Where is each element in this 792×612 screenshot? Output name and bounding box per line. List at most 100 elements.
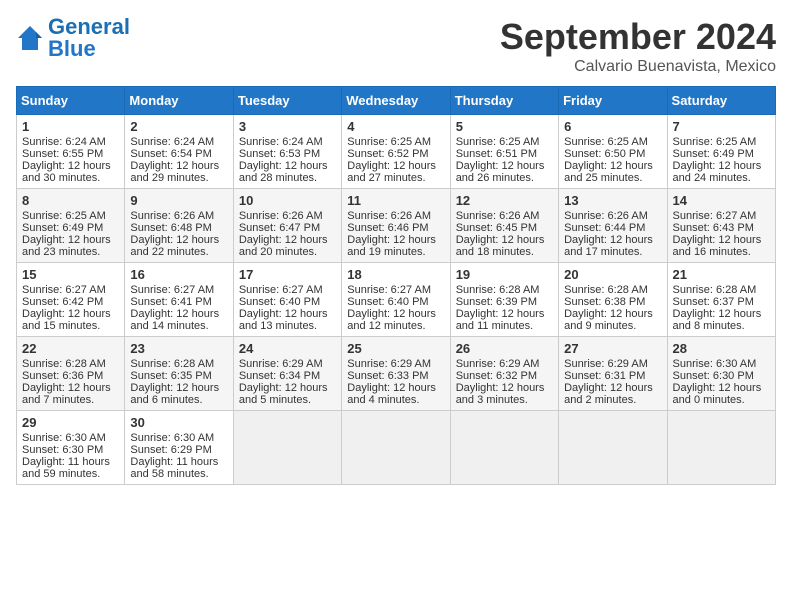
col-saturday: Saturday xyxy=(667,87,775,115)
sunrise-text: Sunrise: 6:25 AM xyxy=(347,136,431,148)
daylight-text: Daylight: 12 hours and 9 minutes. xyxy=(564,308,653,332)
sunrise-text: Sunrise: 6:30 AM xyxy=(22,432,106,444)
daylight-text: Daylight: 12 hours and 22 minutes. xyxy=(130,234,219,258)
daylight-text: Daylight: 12 hours and 16 minutes. xyxy=(673,234,762,258)
table-row: 19Sunrise: 6:28 AMSunset: 6:39 PMDayligh… xyxy=(450,263,558,337)
table-row: 17Sunrise: 6:27 AMSunset: 6:40 PMDayligh… xyxy=(233,263,341,337)
sunrise-text: Sunrise: 6:28 AM xyxy=(673,284,757,296)
day-number: 9 xyxy=(130,193,227,208)
table-row: 28Sunrise: 6:30 AMSunset: 6:30 PMDayligh… xyxy=(667,337,775,411)
table-row: 27Sunrise: 6:29 AMSunset: 6:31 PMDayligh… xyxy=(559,337,667,411)
sunrise-text: Sunrise: 6:25 AM xyxy=(456,136,540,148)
daylight-text: Daylight: 12 hours and 18 minutes. xyxy=(456,234,545,258)
sunset-text: Sunset: 6:30 PM xyxy=(673,370,754,382)
sunrise-text: Sunrise: 6:24 AM xyxy=(22,136,106,148)
header-row: Sunday Monday Tuesday Wednesday Thursday… xyxy=(17,87,776,115)
sunset-text: Sunset: 6:49 PM xyxy=(22,222,103,234)
daylight-text: Daylight: 12 hours and 8 minutes. xyxy=(673,308,762,332)
daylight-text: Daylight: 12 hours and 3 minutes. xyxy=(456,382,545,406)
sunrise-text: Sunrise: 6:27 AM xyxy=(347,284,431,296)
day-number: 8 xyxy=(22,193,119,208)
sunset-text: Sunset: 6:41 PM xyxy=(130,296,211,308)
sunset-text: Sunset: 6:55 PM xyxy=(22,148,103,160)
logo: General Blue xyxy=(16,16,130,60)
sunrise-text: Sunrise: 6:26 AM xyxy=(130,210,214,222)
table-row xyxy=(667,411,775,485)
day-number: 19 xyxy=(456,267,553,282)
table-row: 23Sunrise: 6:28 AMSunset: 6:35 PMDayligh… xyxy=(125,337,233,411)
sunset-text: Sunset: 6:39 PM xyxy=(456,296,537,308)
sunset-text: Sunset: 6:49 PM xyxy=(673,148,754,160)
daylight-text: Daylight: 12 hours and 29 minutes. xyxy=(130,160,219,184)
sunrise-text: Sunrise: 6:27 AM xyxy=(22,284,106,296)
table-row: 11Sunrise: 6:26 AMSunset: 6:46 PMDayligh… xyxy=(342,189,450,263)
day-number: 28 xyxy=(673,341,770,356)
sunset-text: Sunset: 6:44 PM xyxy=(564,222,645,234)
table-row: 12Sunrise: 6:26 AMSunset: 6:45 PMDayligh… xyxy=(450,189,558,263)
sunset-text: Sunset: 6:33 PM xyxy=(347,370,428,382)
daylight-text: Daylight: 12 hours and 17 minutes. xyxy=(564,234,653,258)
day-number: 5 xyxy=(456,119,553,134)
sunrise-text: Sunrise: 6:24 AM xyxy=(239,136,323,148)
page-header: General Blue September 2024 Calvario Bue… xyxy=(16,16,776,76)
daylight-text: Daylight: 12 hours and 28 minutes. xyxy=(239,160,328,184)
table-row: 20 Sunrise: 6:28 AMSunset: 6:38 PMDayligh… xyxy=(559,263,667,337)
day-number: 18 xyxy=(347,267,444,282)
sunset-text: Sunset: 6:38 PM xyxy=(564,296,645,308)
table-row: 15Sunrise: 6:27 AMSunset: 6:42 PMDayligh… xyxy=(17,263,125,337)
table-row: 13 Sunrise: 6:26 AMSunset: 6:44 PMDayligh… xyxy=(559,189,667,263)
daylight-text: Daylight: 12 hours and 13 minutes. xyxy=(239,308,328,332)
daylight-text: Daylight: 12 hours and 6 minutes. xyxy=(130,382,219,406)
table-row: 14 Sunrise: 6:27 AMSunset: 6:43 PMDayligh… xyxy=(667,189,775,263)
logo-blue: Blue xyxy=(48,36,96,61)
month-title: September 2024 xyxy=(500,16,776,58)
sunrise-text: Sunrise: 6:28 AM xyxy=(22,358,106,370)
calendar-week-row: 29Sunrise: 6:30 AMSunset: 6:30 PMDayligh… xyxy=(17,411,776,485)
daylight-text: Daylight: 12 hours and 11 minutes. xyxy=(456,308,545,332)
day-number: 13 xyxy=(564,193,661,208)
sunrise-text: Sunrise: 6:26 AM xyxy=(564,210,648,222)
sunset-text: Sunset: 6:37 PM xyxy=(673,296,754,308)
daylight-text: Daylight: 12 hours and 4 minutes. xyxy=(347,382,436,406)
daylight-text: Daylight: 12 hours and 23 minutes. xyxy=(22,234,111,258)
calendar-week-row: 22 Sunrise: 6:28 AMSunset: 6:36 PM Dayligh… xyxy=(17,337,776,411)
day-number: 3 xyxy=(239,119,336,134)
day-number: 25 xyxy=(347,341,444,356)
day-number: 30 xyxy=(130,415,227,430)
day-number: 24 xyxy=(239,341,336,356)
day-number: 12 xyxy=(456,193,553,208)
sunset-text: Sunset: 6:43 PM xyxy=(673,222,754,234)
day-number: 20 xyxy=(564,267,661,282)
sunset-text: Sunset: 6:35 PM xyxy=(130,370,211,382)
col-friday: Friday xyxy=(559,87,667,115)
logo-icon xyxy=(16,24,44,52)
day-number: 14 xyxy=(673,193,770,208)
sunrise-text: Sunrise: 6:27 AM xyxy=(239,284,323,296)
table-row: 16Sunrise: 6:27 AMSunset: 6:41 PMDayligh… xyxy=(125,263,233,337)
sunset-text: Sunset: 6:40 PM xyxy=(347,296,428,308)
calendar-week-row: 15Sunrise: 6:27 AMSunset: 6:42 PMDayligh… xyxy=(17,263,776,337)
daylight-text: Daylight: 12 hours and 0 minutes. xyxy=(673,382,762,406)
sunrise-text: Sunrise: 6:29 AM xyxy=(456,358,540,370)
sunrise-text: Sunrise: 6:28 AM xyxy=(564,284,648,296)
day-number: 4 xyxy=(347,119,444,134)
day-number: 22 xyxy=(22,341,119,356)
table-row: 6Sunrise: 6:25 AMSunset: 6:50 PMDaylight… xyxy=(559,115,667,189)
table-row: 26Sunrise: 6:29 AMSunset: 6:32 PMDayligh… xyxy=(450,337,558,411)
day-number: 21 xyxy=(673,267,770,282)
daylight-text: Daylight: 12 hours and 12 minutes. xyxy=(347,308,436,332)
daylight-text: Daylight: 12 hours and 26 minutes. xyxy=(456,160,545,184)
daylight-text: Daylight: 12 hours and 20 minutes. xyxy=(239,234,328,258)
table-row: 9Sunrise: 6:26 AMSunset: 6:48 PMDaylight… xyxy=(125,189,233,263)
table-row xyxy=(450,411,558,485)
daylight-text: Daylight: 12 hours and 2 minutes. xyxy=(564,382,653,406)
daylight-text: Daylight: 12 hours and 27 minutes. xyxy=(347,160,436,184)
col-sunday: Sunday xyxy=(17,87,125,115)
sunrise-text: Sunrise: 6:27 AM xyxy=(130,284,214,296)
sunset-text: Sunset: 6:36 PM xyxy=(22,370,103,382)
table-row: 10Sunrise: 6:26 AMSunset: 6:47 PMDayligh… xyxy=(233,189,341,263)
sunset-text: Sunset: 6:45 PM xyxy=(456,222,537,234)
sunrise-text: Sunrise: 6:27 AM xyxy=(673,210,757,222)
col-wednesday: Wednesday xyxy=(342,87,450,115)
sunset-text: Sunset: 6:42 PM xyxy=(22,296,103,308)
